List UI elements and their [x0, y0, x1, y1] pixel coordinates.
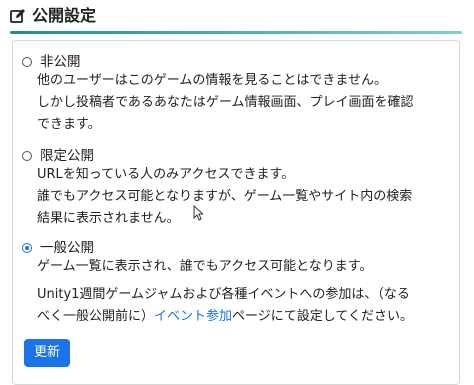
description-line: できます。	[37, 117, 101, 132]
description-line: ゲーム一覧に表示され、誰でもアクセス可能となります。	[37, 259, 373, 274]
mouse-pointer-icon	[193, 205, 203, 221]
option-private-label[interactable]: 非公開	[40, 52, 81, 72]
description-line: しかし投稿者であるあなたはゲーム情報画面、プレイ画面を確認	[37, 95, 414, 110]
edit-icon	[10, 9, 25, 23]
option-public-description: ゲーム一覧に表示され、誰でもアクセス可能となります。 Unity1週間ゲームジャ…	[37, 256, 413, 328]
option-limited-label[interactable]: 限定公開	[40, 146, 94, 166]
section-header: 公開設定	[10, 4, 462, 28]
radio-private[interactable]	[22, 57, 32, 67]
note-line: べく一般公開前に）イベント参加ページにて設定してください。	[37, 306, 413, 328]
description-line: 他のユーザーはこのゲームの情報を見ることはできません。	[37, 73, 387, 88]
event-participation-link[interactable]: イベント参加	[154, 309, 232, 324]
option-limited-description: URLを知っている人のみアクセスできます。 誰でもアクセス可能となりますが、ゲー…	[37, 164, 412, 230]
option-public-label[interactable]: 一般公開	[40, 238, 94, 258]
section-title: 公開設定	[32, 6, 97, 25]
update-button[interactable]: 更新	[24, 339, 70, 367]
note-line: Unity1週間ゲームジャムおよび各種イベントへの参加は、（なる	[37, 287, 410, 302]
description-line: 誰でもアクセス可能となりますが、ゲーム一覧やサイト内の検索	[37, 189, 413, 204]
radio-public[interactable]	[22, 243, 32, 253]
description-line: URLを知っている人のみアクセスできます。	[37, 167, 295, 182]
description-line: 結果に表示されません。	[37, 211, 180, 226]
radio-limited[interactable]	[22, 151, 32, 161]
note-prefix: べく一般公開前に）	[37, 309, 155, 324]
option-private-description: 他のユーザーはこのゲームの情報を見ることはできません。 しかし投稿者であるあなた…	[37, 70, 413, 136]
header-underline	[10, 31, 462, 34]
note-suffix: ページにて設定してください。	[232, 309, 413, 324]
